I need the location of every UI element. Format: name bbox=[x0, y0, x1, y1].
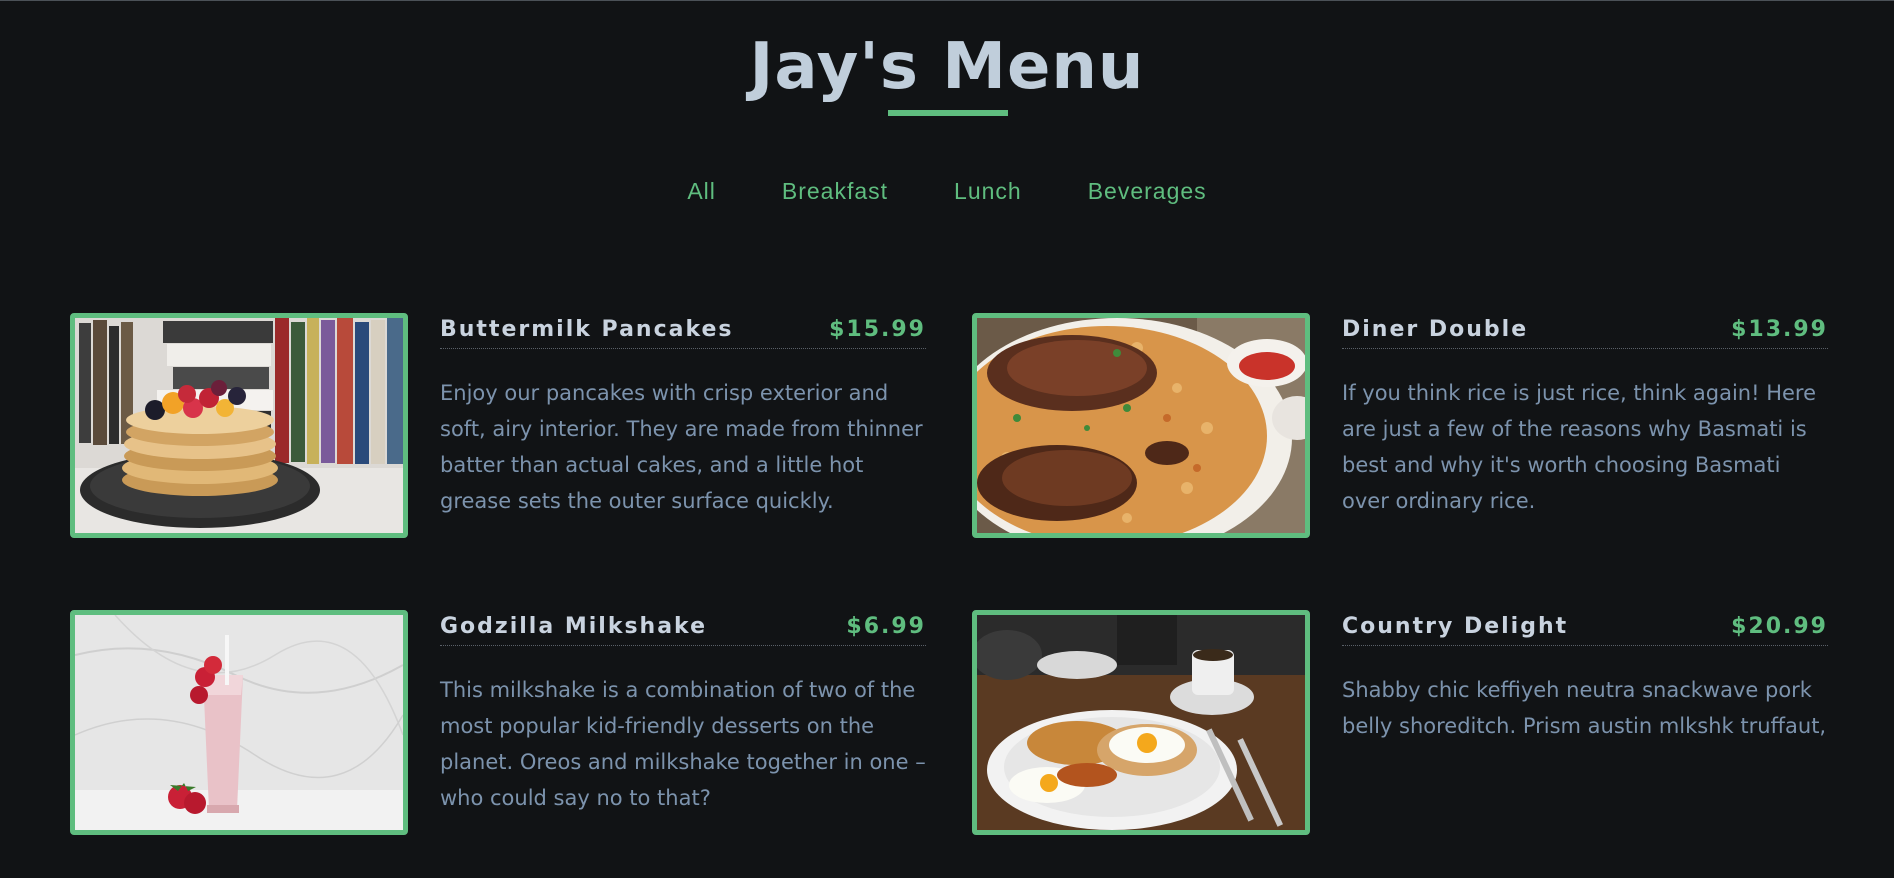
filter-breakfast-button[interactable]: Breakfast bbox=[749, 174, 921, 208]
menu-item-header: Diner Double $13.99 bbox=[1342, 313, 1828, 349]
menu-item-name: Godzilla Milkshake bbox=[440, 614, 708, 639]
menu-item-description: Enjoy our pancakes with crisp exterior a… bbox=[440, 381, 923, 513]
filter-lunch-button[interactable]: Lunch bbox=[921, 174, 1055, 208]
menu-item: Country Delight $20.99 Shabby chic keffi… bbox=[972, 610, 1828, 835]
menu-item-header: Buttermilk Pancakes $15.99 bbox=[440, 313, 926, 349]
menu-item-description: Shabby chic keffiyeh neutra snackwave po… bbox=[1342, 678, 1827, 738]
menu-item-info: Country Delight $20.99 Shabby chic keffi… bbox=[1342, 610, 1828, 744]
page-header: Jay's Menu All Breakfast Lunch Beverages bbox=[0, 0, 1894, 230]
menu-item-name: Country Delight bbox=[1342, 614, 1569, 639]
filter-beverages-button[interactable]: Beverages bbox=[1055, 174, 1240, 208]
menu-item: Godzilla Milkshake $6.99 This milkshake … bbox=[70, 610, 926, 835]
menu-item-info: Diner Double $13.99 If you think rice is… bbox=[1342, 313, 1828, 519]
menu-item-header: Godzilla Milkshake $6.99 bbox=[440, 610, 926, 646]
menu-item-price: $15.99 bbox=[829, 317, 926, 342]
menu-item-price: $6.99 bbox=[846, 614, 926, 639]
menu-item-info: Buttermilk Pancakes $15.99 Enjoy our pan… bbox=[440, 313, 926, 519]
menu-item-name: Buttermilk Pancakes bbox=[440, 317, 734, 342]
menu-item-price: $20.99 bbox=[1731, 614, 1828, 639]
chicken-rice-photo bbox=[972, 313, 1310, 538]
menu-item-name: Diner Double bbox=[1342, 317, 1529, 342]
page-title: Jay's Menu bbox=[749, 30, 1145, 104]
title-underline bbox=[888, 110, 1008, 116]
category-filters: All Breakfast Lunch Beverages bbox=[0, 174, 1894, 208]
menu-item-description: This milkshake is a combination of two o… bbox=[440, 678, 926, 810]
milkshake-photo bbox=[70, 610, 408, 835]
pancakes-photo bbox=[70, 313, 408, 538]
menu-item-description: If you think rice is just rice, think ag… bbox=[1342, 381, 1817, 513]
filter-all-button[interactable]: All bbox=[654, 174, 749, 208]
menu-item-price: $13.99 bbox=[1731, 317, 1828, 342]
menu-item: Buttermilk Pancakes $15.99 Enjoy our pan… bbox=[70, 313, 926, 538]
breakfast-plate-photo bbox=[972, 610, 1310, 835]
menu-item-info: Godzilla Milkshake $6.99 This milkshake … bbox=[440, 610, 926, 816]
menu-item-header: Country Delight $20.99 bbox=[1342, 610, 1828, 646]
menu-item: Diner Double $13.99 If you think rice is… bbox=[972, 313, 1828, 538]
